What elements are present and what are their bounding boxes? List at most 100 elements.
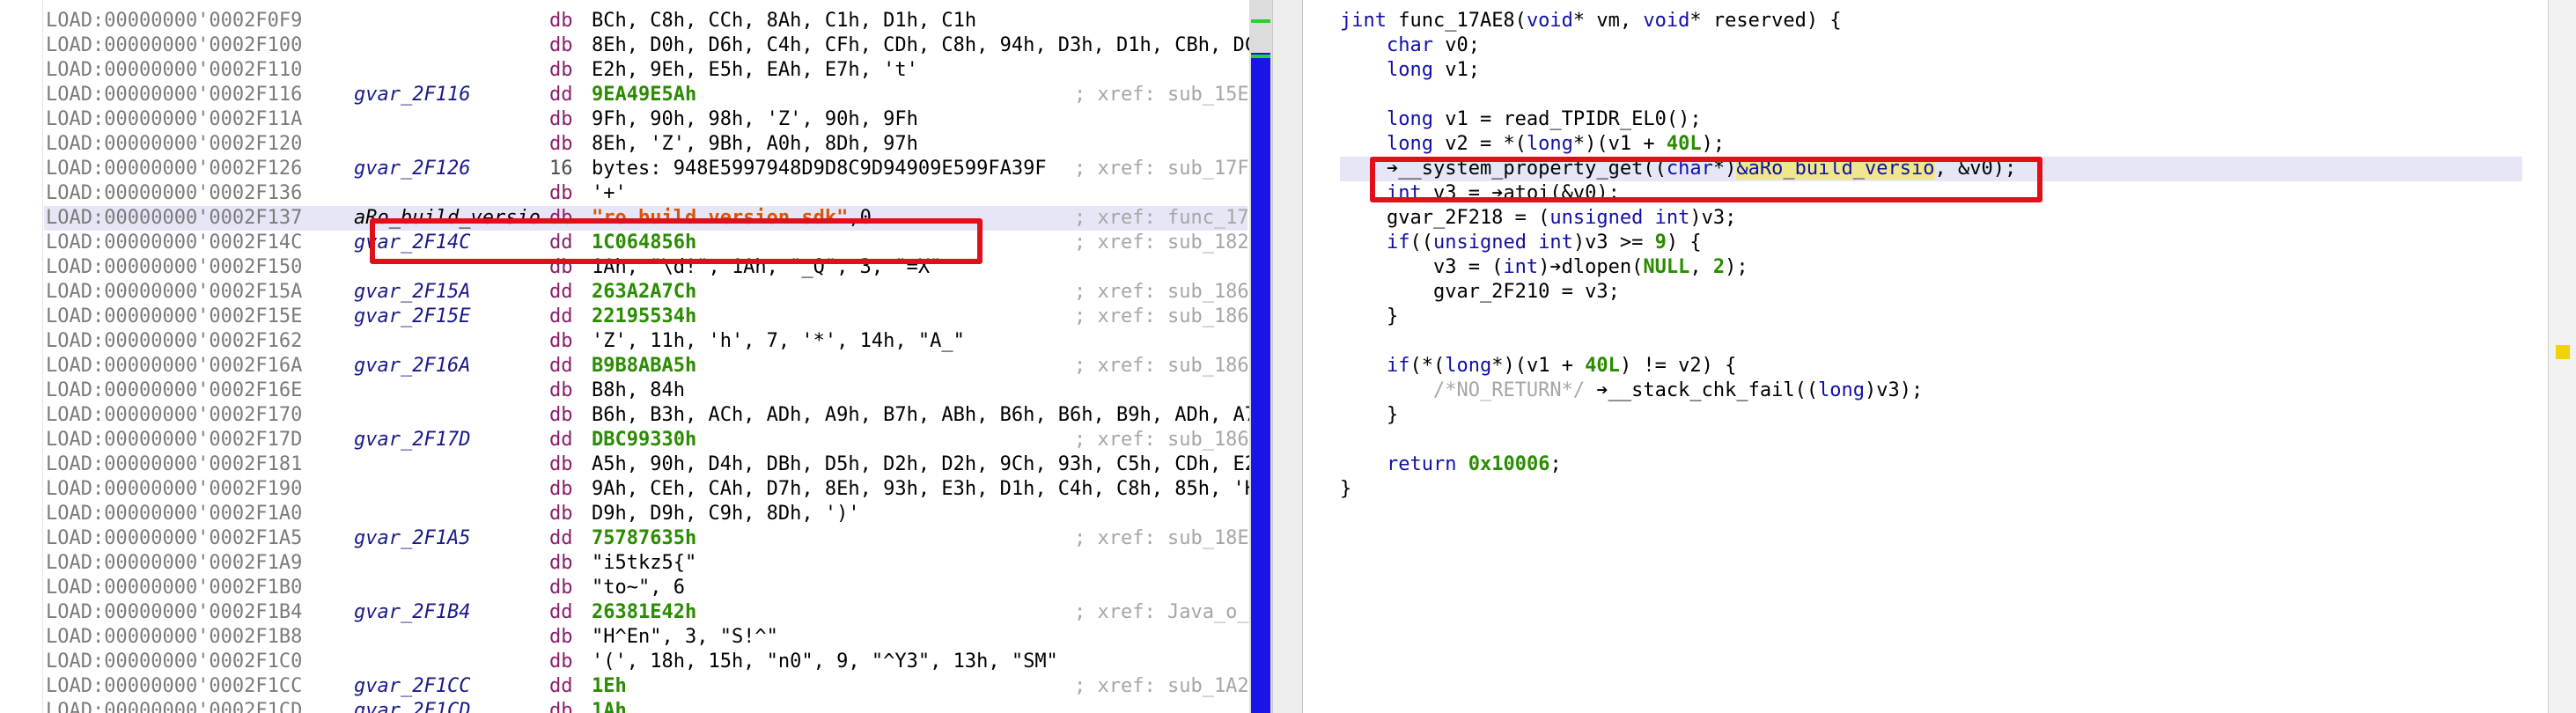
- disasm-label: gvar_2F16A: [354, 355, 471, 377]
- code-line[interactable]: gvar_2F210 = v3;: [1340, 280, 2522, 305]
- disasm-row[interactable]: LOAD:00000000'0002F1A0 db D9h, D9h, C9h, 8…: [44, 502, 1248, 526]
- disasm-row[interactable]: LOAD:00000000'0002F1C0 db '(', 18h, 15h, "…: [44, 650, 1248, 674]
- disasm-row[interactable]: LOAD:00000000'0002F116 gvar_2F116 dd 9EA49E…: [44, 83, 1272, 107]
- disasm-address: LOAD:00000000'0002F1B4: [46, 601, 303, 623]
- disasm-directive: dd: [549, 305, 573, 327]
- disasm-value: E2h, 9Eh, E5h, EAh, E7h, 't': [592, 59, 918, 81]
- disasm-row[interactable]: LOAD:00000000'0002F1A5 gvar_2F1A5 dd 757876…: [44, 526, 1272, 551]
- disassembly-scrollbar[interactable]: [1249, 0, 1272, 713]
- code-highlighted-symbol[interactable]: &aRo_build_versio: [1736, 158, 1935, 180]
- scrollbar-thumb[interactable]: [1251, 53, 1270, 713]
- pane-splitter[interactable]: [1272, 0, 1304, 713]
- code-keyword: long: [1386, 108, 1433, 130]
- code-line[interactable]: }: [1340, 403, 2522, 428]
- disasm-address: LOAD:00000000'0002F137: [46, 207, 303, 229]
- code-text: * vm,: [1572, 10, 1644, 32]
- code-line[interactable]: [1340, 329, 2522, 354]
- disasm-label: gvar_2F14C: [354, 232, 471, 254]
- disasm-row[interactable]: LOAD:00000000'0002F1CC gvar_2F1CC dd 1Eh ; x…: [44, 674, 1272, 699]
- code-line[interactable]: ➔__system_property_get((char*)&aRo_build…: [1340, 157, 2522, 181]
- disasm-value: "ro.build.version.sdk",0: [592, 207, 872, 229]
- disasm-directive: db: [549, 379, 573, 401]
- disasm-value: 22195534h: [592, 305, 697, 327]
- code-text: * reserved) {: [1689, 10, 1842, 32]
- code-text: v3 = ➔atoi(&v0);: [1421, 182, 1620, 204]
- disasm-row[interactable]: LOAD:00000000'0002F1B8 db "H^En", 3, "S!^": [44, 625, 1248, 650]
- disasm-value: 1Ah, "\d!", 1Ah, "_Q", 3, "=X": [592, 256, 942, 278]
- disasm-label: gvar_2F17D: [354, 429, 471, 451]
- disasm-address: LOAD:00000000'0002F150: [46, 256, 303, 278]
- disasm-address: LOAD:00000000'0002F1CD: [46, 700, 303, 713]
- disasm-row[interactable]: LOAD:00000000'0002F181 db A5h, 90h, D4h, D…: [44, 452, 1268, 477]
- disasm-address: LOAD:00000000'0002F162: [46, 330, 303, 352]
- code-line[interactable]: long v2 = *(long*)(v1 + 40L);: [1340, 132, 2522, 157]
- disasm-row[interactable]: LOAD:00000000'0002F1B4 gvar_2F1B4 dd 26381E…: [44, 600, 1272, 625]
- disasm-address: LOAD:00000000'0002F11A: [46, 108, 303, 130]
- code-line[interactable]: }: [1340, 477, 2522, 502]
- disasm-row[interactable]: LOAD:00000000'0002F15E gvar_2F15E dd 221955…: [44, 305, 1272, 329]
- code-line[interactable]: v3 = (int)➔dlopen(NULL, 2);: [1340, 255, 2522, 280]
- disasm-value: 9Fh, 90h, 98h, 'Z', 90h, 9Fh: [592, 108, 918, 130]
- disasm-row[interactable]: LOAD:00000000'0002F11A db 9Fh, 90h, 98h, '…: [44, 107, 1248, 132]
- disasm-value: 1Ah: [592, 700, 627, 713]
- disasm-value: B9B8ABA5h: [592, 355, 697, 377]
- disasm-value: 1Eh: [592, 675, 627, 697]
- disasm-row[interactable]: LOAD:00000000'0002F1A9 db "i5tkz5{": [44, 551, 1248, 576]
- disasm-row[interactable]: LOAD:00000000'0002F120 db 8Eh, 'Z', 9Bh, A…: [44, 132, 1248, 157]
- code-line[interactable]: [1340, 83, 2522, 107]
- disasm-label: gvar_2F15E: [354, 305, 471, 327]
- code-line[interactable]: jint func_17AE8(void* vm, void* reserved…: [1340, 9, 2522, 33]
- disasm-row[interactable]: LOAD:00000000'0002F17D gvar_2F17D dd DBC993…: [44, 428, 1272, 452]
- disasm-directive: db: [549, 108, 573, 130]
- code-line[interactable]: char v0;: [1340, 33, 2522, 58]
- disasm-address: LOAD:00000000'0002F16A: [46, 355, 303, 377]
- code-line[interactable]: }: [1340, 305, 2522, 329]
- pseudocode-view[interactable]: jint func_17AE8(void* vm, void* reserved…: [1302, 0, 2549, 713]
- disasm-row[interactable]: LOAD:00000000'0002F110 db E2h, 9Eh, E5h, E…: [44, 58, 1248, 83]
- disasm-address: LOAD:00000000'0002F0F9: [46, 10, 303, 32]
- code-text: (*(: [1409, 355, 1446, 377]
- disasm-directive: dd: [549, 675, 573, 697]
- code-line[interactable]: long v1;: [1340, 58, 2522, 83]
- disasm-row[interactable]: LOAD:00000000'0002F190 db 9Ah, CEh, CAh, D…: [44, 477, 1268, 502]
- disasm-row[interactable]: LOAD:00000000'0002F0F9 db BCh, C8h, CCh, 8…: [44, 9, 1248, 33]
- disasm-directive: db: [549, 651, 573, 673]
- disasm-row[interactable]: LOAD:00000000'0002F162 db 'Z', 11h, 'h', 7…: [44, 329, 1248, 354]
- disasm-row[interactable]: LOAD:00000000'0002F1B0 db "to~", 6: [44, 576, 1248, 600]
- disasm-row[interactable]: LOAD:00000000'0002F16E db B8h, 84h: [44, 379, 1248, 403]
- code-line[interactable]: if((unsigned int)v3 >= 9) {: [1340, 231, 2522, 255]
- code-line[interactable]: long v1 = read_TPIDR_EL0();: [1340, 107, 2522, 132]
- disasm-row[interactable]: LOAD:00000000'0002F1CD gvar_2F1CD db 1Ah: [44, 699, 1248, 713]
- disasm-row[interactable]: LOAD:00000000'0002F136 db '+': [44, 181, 1248, 206]
- disasm-value: "to~", 6: [592, 577, 685, 599]
- disasm-comment: ; xref: sub_186C0+4: [1074, 305, 1272, 327]
- disasm-row[interactable]: LOAD:00000000'0002F170 db B6h, B3h, ACh, A…: [44, 403, 1268, 428]
- code-number: 0x10006: [1468, 453, 1550, 475]
- code-comment: /*NO_RETURN*/: [1432, 379, 1586, 401]
- code-line[interactable]: gvar_2F218 = (unsigned int)v3;: [1340, 206, 2522, 231]
- code-line[interactable]: return 0x10006;: [1340, 452, 2522, 477]
- code-line[interactable]: int v3 = ➔atoi(&v0);: [1340, 181, 2522, 206]
- code-text: func_17AE8(: [1386, 10, 1527, 32]
- disasm-row[interactable]: LOAD:00000000'0002F150 db 1Ah, "\d!", 1Ah,…: [44, 255, 1248, 280]
- disasm-row[interactable]: LOAD:00000000'0002F14C gvar_2F14C dd 1C0648…: [44, 231, 1272, 255]
- disasm-directive: db: [549, 182, 573, 204]
- disasm-value: bytes: 948E5997948D9D8C9D94909E599FA39F: [592, 158, 1047, 180]
- code-line[interactable]: /*NO_RETURN*/ ➔__stack_chk_fail((long)v3…: [1340, 379, 2522, 403]
- code-line[interactable]: [1340, 428, 2522, 452]
- disassembly-gutter: [0, 0, 43, 713]
- disassembly-view[interactable]: LOAD:00000000'0002F0F9 db BCh, C8h, CCh, 8…: [0, 0, 1272, 713]
- disasm-row[interactable]: LOAD:00000000'0002F126 gvar_2F126 16 bytes:…: [44, 157, 1272, 181]
- code-keyword: long: [1445, 355, 1492, 377]
- disasm-row[interactable]: LOAD:00000000'0002F15A gvar_2F15A dd 263A2A…: [44, 280, 1272, 305]
- disasm-row[interactable]: LOAD:00000000'0002F137 aRo_build_versio db…: [44, 206, 1272, 231]
- disasm-value: 75787635h: [592, 527, 697, 549]
- disasm-comment: ; xref: sub_186C0+D: [1074, 281, 1272, 303]
- disasm-value: B8h, 84h: [592, 379, 685, 401]
- pseudocode-scrollbar[interactable]: [2548, 0, 2576, 713]
- code-line[interactable]: if(*(long*)(v1 + 40L) != v2) {: [1340, 354, 2522, 379]
- disasm-row[interactable]: LOAD:00000000'0002F100 db 8Eh, D0h, D6h, C…: [44, 33, 1268, 58]
- disasm-value: A5h, 90h, D4h, DBh, D5h, D2h, D2h, 9Ch, …: [592, 453, 1269, 475]
- disasm-row[interactable]: LOAD:00000000'0002F16A gvar_2F16A dd B9B8AB…: [44, 354, 1272, 379]
